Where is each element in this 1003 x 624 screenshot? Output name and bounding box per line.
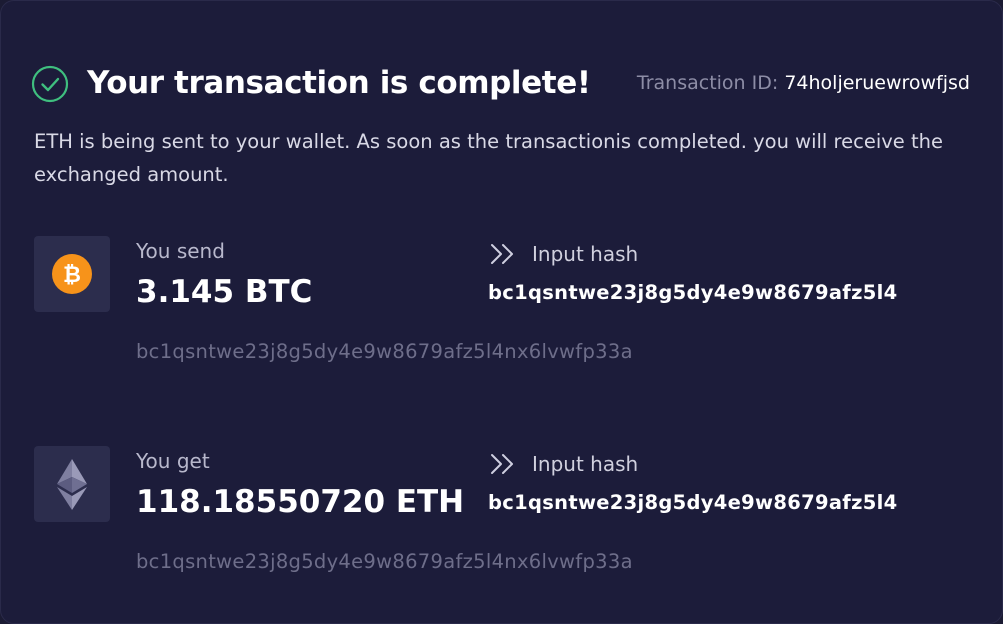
get-amount: 118.18550720 ETH	[136, 484, 465, 520]
transaction-description: ETH is being sent to your wallet. As soo…	[34, 130, 944, 186]
send-input-hash-value[interactable]: bc1qsntwe23j8g5dy4e9w8679afz5l4	[488, 278, 897, 308]
transaction-id-label: Transaction ID:	[636, 72, 779, 94]
ethereum-icon	[57, 459, 87, 510]
get-address[interactable]: bc1qsntwe23j8g5dy4e9w8679afz5l4nx6lvwfp3…	[136, 547, 633, 577]
header: Your transaction is complete! Transactio…	[31, 63, 970, 103]
bitcoin-icon: ₿	[52, 254, 92, 294]
send-coin-tile: ₿	[34, 236, 110, 312]
get-section: You get 118.18550720 ETH bc1qsntwe23j8g5…	[34, 446, 974, 596]
double-chevron-right-icon	[491, 244, 513, 264]
transaction-complete-card: Your transaction is complete! Transactio…	[0, 0, 1003, 624]
svg-text:₿: ₿	[63, 263, 81, 288]
send-amount: 3.145 BTC	[136, 274, 313, 310]
get-coin-tile	[34, 446, 110, 522]
send-address[interactable]: bc1qsntwe23j8g5dy4e9w8679afz5l4nx6lvwfp3…	[136, 337, 633, 367]
check-circle-icon	[31, 65, 69, 103]
get-input-hash-value[interactable]: bc1qsntwe23j8g5dy4e9w8679afz5l4	[488, 488, 897, 518]
get-label: You get	[136, 449, 210, 473]
get-input-hash-label: Input hash	[532, 452, 639, 476]
page-title: Your transaction is complete!	[87, 65, 591, 101]
send-label: You send	[136, 239, 225, 263]
transaction-id: Transaction ID: 74holjeruewrowfjsd	[637, 69, 970, 97]
transaction-id-value[interactable]: 74holjeruewrowfjsd	[784, 72, 970, 94]
send-section: ₿ You send 3.145 BTC bc1qsntwe23j8g5dy4e…	[34, 236, 974, 386]
send-input-hash-label: Input hash	[532, 242, 639, 266]
double-chevron-right-icon	[491, 454, 513, 474]
